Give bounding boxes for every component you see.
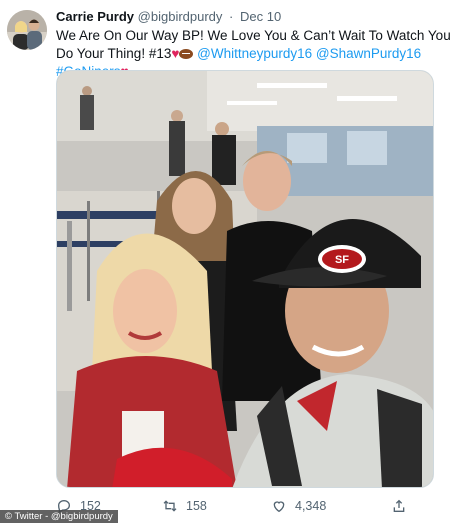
red-heart-emoji-icon: ♥ [171, 46, 180, 61]
tweet-photo[interactable]: SF [56, 70, 434, 488]
svg-text:SF: SF [335, 254, 349, 266]
football-emoji-icon [179, 49, 194, 59]
author-display-name[interactable]: Carrie Purdy [56, 9, 134, 24]
author-handle[interactable]: @bigbirdpurdy [138, 9, 223, 24]
retweet-button[interactable]: 158 [162, 498, 207, 514]
mention-whittneypurdy16[interactable]: @Whittneypurdy16 [197, 46, 312, 61]
tweet-date[interactable]: Dec 10 [240, 9, 281, 24]
image-credit: © Twitter - @bigbirdpurdy [0, 510, 118, 523]
share-button[interactable] [391, 498, 407, 514]
like-count: 4,348 [295, 499, 327, 513]
share-icon [393, 499, 405, 512]
heart-icon [273, 501, 285, 513]
like-button[interactable]: 4,348 [271, 498, 326, 514]
tweet-header: Carrie Purdy @bigbirdpurdy · Dec 10 [56, 9, 281, 24]
avatar[interactable] [7, 10, 47, 50]
mention-shawnpurdy16[interactable]: @ShawnPurdy16 [316, 46, 421, 61]
retweet-count: 158 [186, 499, 207, 513]
retweet-icon [163, 500, 177, 512]
separator-dot: · [229, 9, 234, 24]
